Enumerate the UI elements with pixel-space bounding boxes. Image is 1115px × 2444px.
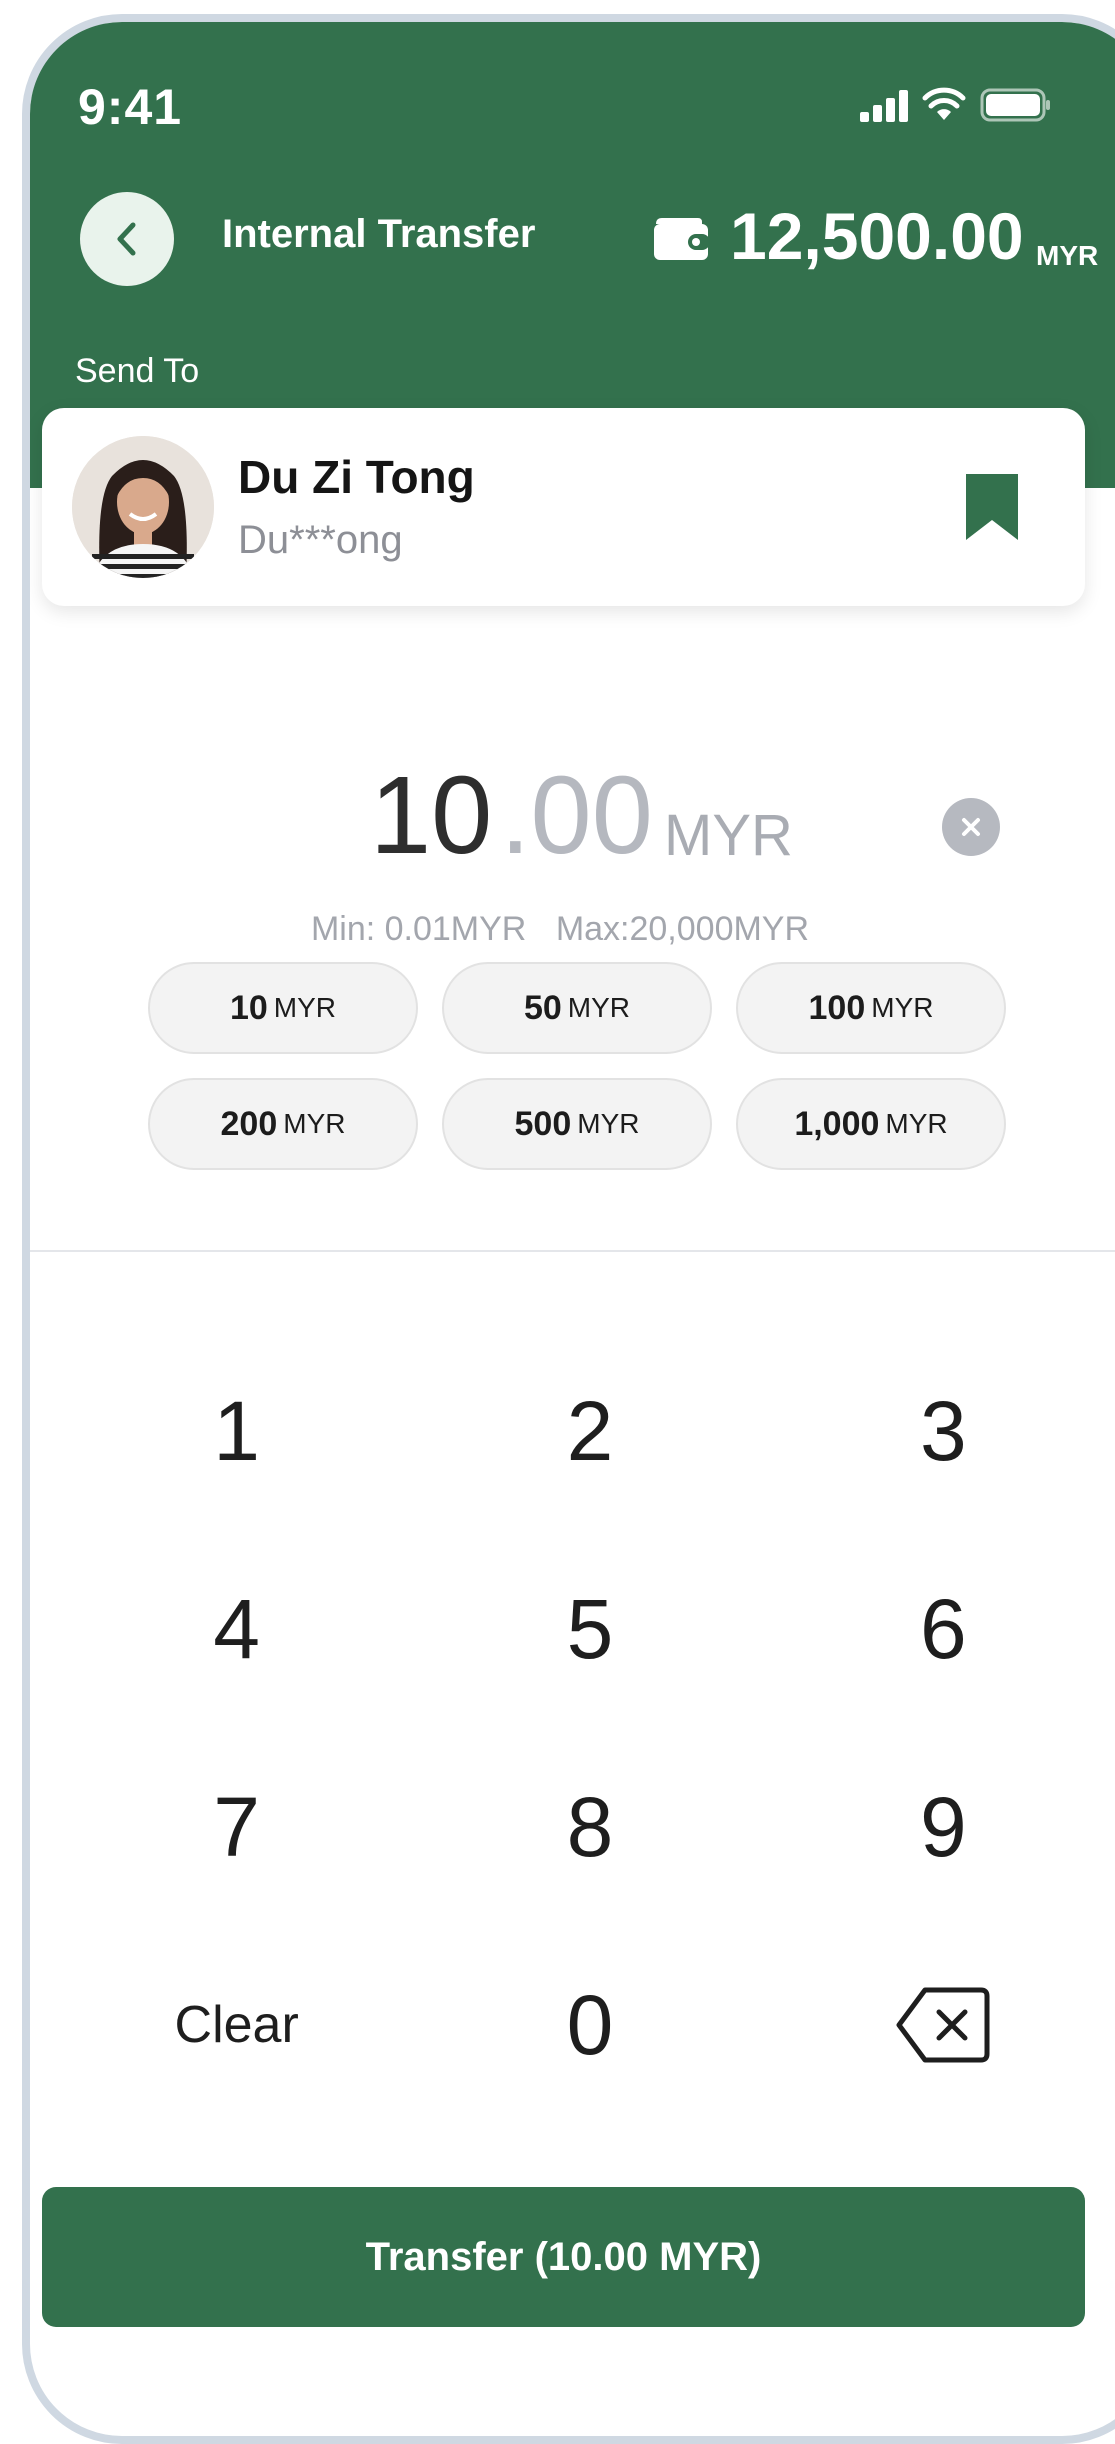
status-time: 9:41	[78, 79, 183, 135]
key-9[interactable]: 9	[737, 1728, 1090, 1926]
recipient-masked-name: Du***ong	[238, 518, 403, 562]
chevron-left-icon	[117, 222, 136, 256]
wifi-icon	[922, 87, 966, 120]
amount-unit: MYR	[664, 803, 793, 868]
quick-amount-value: 500	[514, 1104, 572, 1143]
quick-amount-100[interactable]: 100 MYR	[736, 962, 1006, 1054]
key-6[interactable]: 6	[737, 1530, 1090, 1728]
backspace-icon	[896, 1987, 990, 2063]
quick-amount-200[interactable]: 200 MYR	[148, 1078, 418, 1170]
battery-icon	[980, 88, 1050, 122]
quick-amount-value: 100	[808, 988, 866, 1027]
quick-amount-value: 200	[220, 1104, 278, 1143]
amount-integer: 10	[370, 754, 493, 877]
quick-amount-unit: MYR	[273, 992, 337, 1023]
key-backspace[interactable]	[737, 1926, 1090, 2124]
page-title: Internal Transfer	[222, 212, 536, 256]
phone-frame: 9:41 Internal Transfer 12,500.00 MYR Sen…	[22, 14, 1115, 2444]
key-8[interactable]: 8	[383, 1728, 736, 1926]
balance-unit: MYR	[1036, 240, 1099, 271]
quick-amount-value: 1,000	[794, 1104, 880, 1143]
amount-decimal: .00	[500, 754, 653, 877]
avatar	[72, 436, 214, 578]
quick-amount-1000[interactable]: 1,000 MYR	[736, 1078, 1006, 1170]
divider	[30, 1250, 1115, 1252]
quick-amount-unit: MYR	[567, 992, 631, 1023]
balance-amount: 12,500.00	[730, 199, 1024, 273]
back-button[interactable]	[80, 192, 174, 286]
quick-amount-unit: MYR	[577, 1108, 640, 1139]
quick-amount-unit: MYR	[871, 992, 934, 1023]
key-clear[interactable]: Clear	[30, 1926, 383, 2124]
amount-limits: Min: 0.01MYR Max:20,000MYR	[30, 910, 1090, 949]
recipient-card[interactable]: Du Zi Tong Du***ong	[42, 408, 1085, 606]
key-1[interactable]: 1	[30, 1332, 383, 1530]
quick-amount-unit: MYR	[885, 1108, 948, 1139]
quick-amount-500[interactable]: 500 MYR	[442, 1078, 712, 1170]
key-2[interactable]: 2	[383, 1332, 736, 1530]
key-5[interactable]: 5	[383, 1530, 736, 1728]
max-limit: Max:20,000MYR	[555, 910, 810, 948]
recipient-name: Du Zi Tong	[238, 451, 475, 503]
quick-amount-unit: MYR	[283, 1108, 346, 1139]
key-3[interactable]: 3	[737, 1332, 1090, 1530]
numeric-keypad: 1 2 3 4 5 6 7 8 9 Clear 0	[30, 1332, 1090, 2124]
quick-amount-50[interactable]: 50 MYR	[442, 962, 712, 1054]
min-limit: Min: 0.01MYR	[310, 910, 527, 948]
amount-display: 10 .00 MYR	[30, 752, 1115, 882]
quick-amounts: 10 MYR 50 MYR 100 MYR 200 MYR 500 MYR 1,000 MY…	[148, 962, 1006, 1170]
close-icon	[962, 818, 980, 836]
key-7[interactable]: 7	[30, 1728, 383, 1926]
signal-icon	[860, 90, 908, 122]
wallet-icon	[654, 218, 710, 260]
send-to-label: Send To	[75, 352, 200, 390]
quick-amount-value: 10	[229, 988, 268, 1027]
bookmark-icon[interactable]	[964, 472, 1020, 542]
key-0[interactable]: 0	[383, 1926, 736, 2124]
quick-amount-10[interactable]: 10 MYR	[148, 962, 418, 1054]
key-4[interactable]: 4	[30, 1530, 383, 1728]
quick-amount-value: 50	[523, 988, 562, 1027]
clear-amount-button[interactable]	[942, 798, 1000, 856]
transfer-button[interactable]: Transfer (10.00 MYR)	[42, 2187, 1085, 2327]
